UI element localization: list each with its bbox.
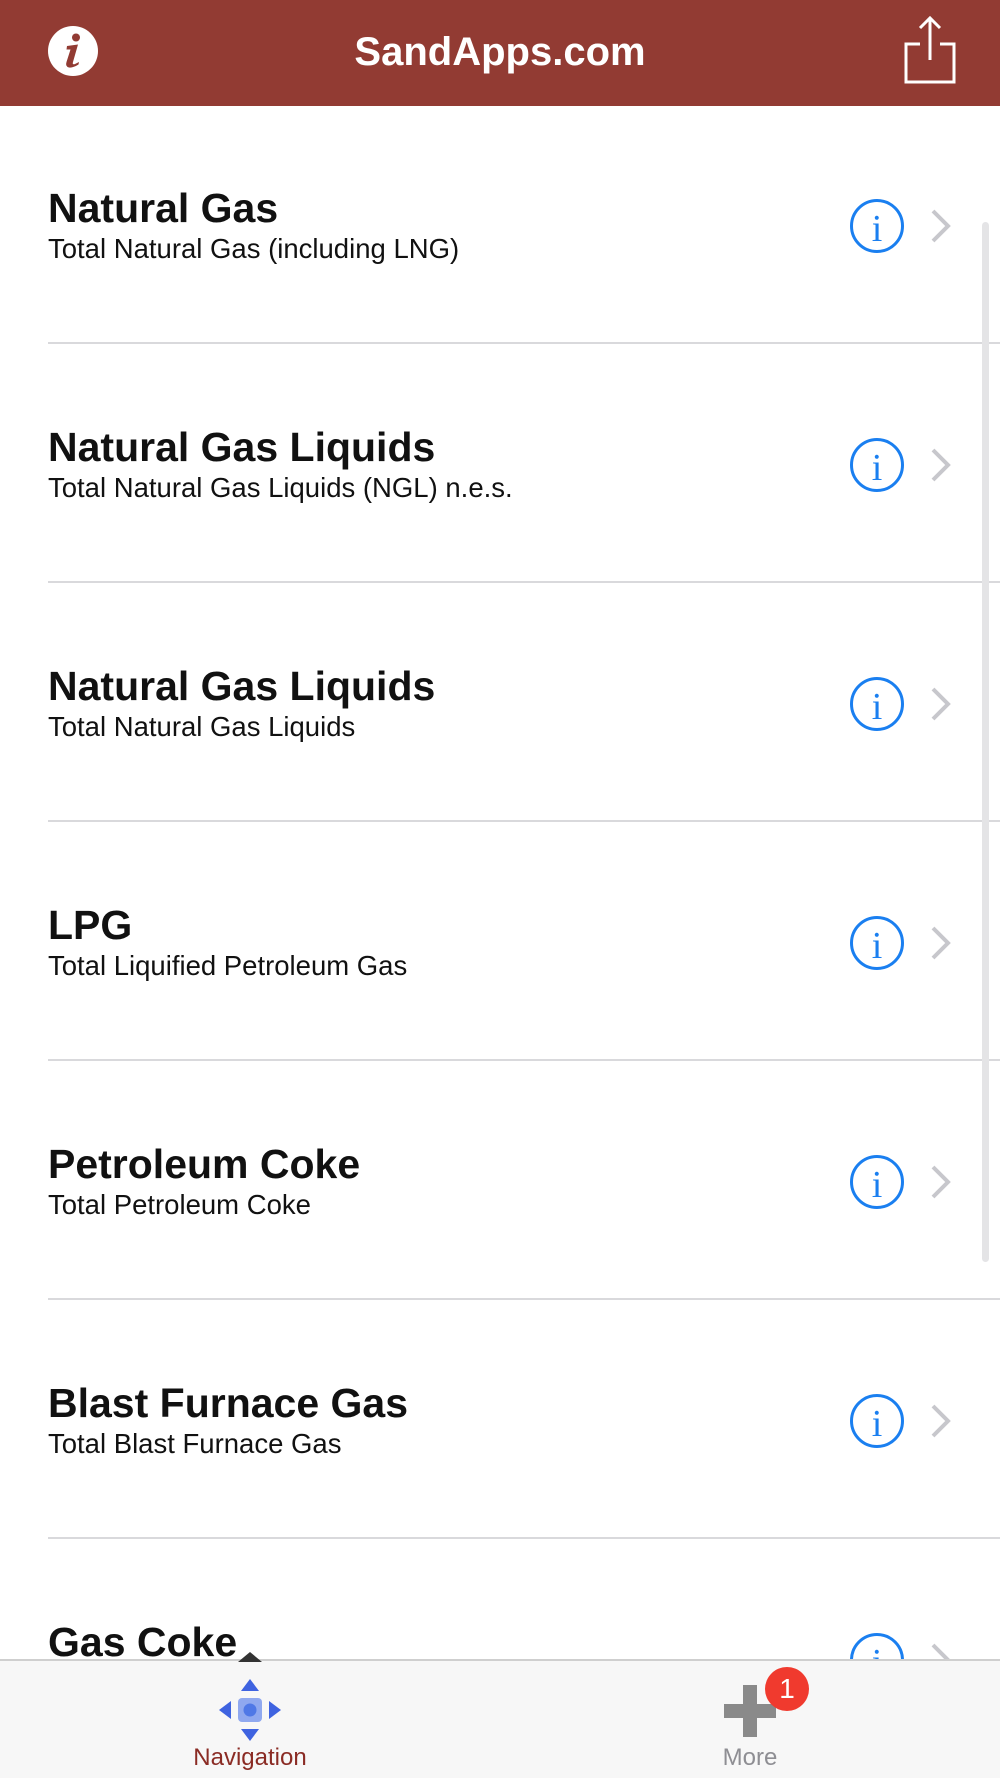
tab-more[interactable]: 1 More [500,1661,1000,1778]
chevron-right-icon [931,448,951,482]
list-item-title: LPG [48,902,133,948]
svg-text:i: i [872,1403,883,1445]
chevron-right-icon [931,209,951,243]
chevron-right-icon [931,1165,951,1199]
info-circle-icon[interactable]: i [848,1631,906,1659]
navigation-bar: SandApps.com [0,0,1000,106]
info-circle-icon[interactable]: i [848,436,906,494]
info-circle-icon[interactable]: i [848,197,906,255]
scroll-indicator[interactable] [982,222,989,1262]
list-item-title: Natural Gas [48,185,279,231]
list-item[interactable]: Gas Coke i [0,1540,1000,1659]
category-list[interactable]: Natural Gas Total Natural Gas (including… [0,106,1000,1659]
list-item-title: Blast Furnace Gas [48,1380,409,1426]
share-icon [904,15,956,84]
info-circle-icon[interactable]: i [848,1392,906,1450]
list-item[interactable]: Natural Gas Total Natural Gas (including… [0,106,1000,344]
list-item[interactable]: Natural Gas Liquids Total Natural Gas Li… [0,584,1000,822]
svg-text:i: i [872,925,883,967]
svg-text:i: i [872,1164,883,1206]
svg-text:i: i [872,1642,883,1659]
share-button[interactable] [900,14,960,86]
list-item[interactable]: Blast Furnace Gas Total Blast Furnace Ga… [0,1301,1000,1539]
nav-title: SandApps.com [354,30,646,74]
list-item-subtitle: Total Blast Furnace Gas [48,1428,342,1459]
list-item-title: Petroleum Coke [48,1141,361,1187]
info-circle-icon[interactable]: i [848,914,906,972]
row-separator [48,1298,1000,1300]
tab-label: More [722,1744,778,1771]
chevron-right-icon [931,1404,951,1438]
row-separator [48,1059,1000,1061]
drawer-handle-icon[interactable] [235,1649,265,1663]
list-item[interactable]: LPG Total Liquified Petroleum Gas i [0,823,1000,1061]
tab-navigation[interactable]: Navigation [0,1661,500,1778]
chevron-right-icon [931,687,951,721]
list-item-title: Gas Coke [48,1619,238,1659]
list-item-subtitle: Total Natural Gas Liquids (NGL) n.e.s. [48,472,513,503]
list-item-subtitle: Total Liquified Petroleum Gas [48,950,408,981]
svg-text:i: i [872,447,883,489]
tab-label: Navigation [193,1744,307,1771]
list-item-title: Natural Gas Liquids [48,663,436,709]
chevron-right-icon [931,1643,950,1659]
row-separator [48,342,1000,344]
list-item[interactable]: Natural Gas Liquids Total Natural Gas Li… [0,345,1000,583]
row-separator [48,1537,1000,1539]
chevron-right-icon [931,926,951,960]
row-separator [48,581,1000,583]
list-item-subtitle: Total Petroleum Coke [48,1189,311,1220]
list-item[interactable]: Petroleum Coke Total Petroleum Coke i [0,1062,1000,1300]
svg-text:i: i [872,208,883,250]
svg-text:i: i [872,686,883,728]
list-item-subtitle: Total Natural Gas (including LNG) [48,233,460,264]
tab-bar: Navigation 1 More [0,1659,1000,1778]
info-circle-icon[interactable]: i [848,1153,906,1211]
notification-badge: 1 [765,1667,809,1711]
list-item-title: Natural Gas Liquids [48,424,436,470]
navigation-arrows-icon [219,1679,281,1741]
row-separator [48,820,1000,822]
info-circle-icon[interactable]: i [848,675,906,733]
list-item-subtitle: Total Natural Gas Liquids [48,711,356,742]
